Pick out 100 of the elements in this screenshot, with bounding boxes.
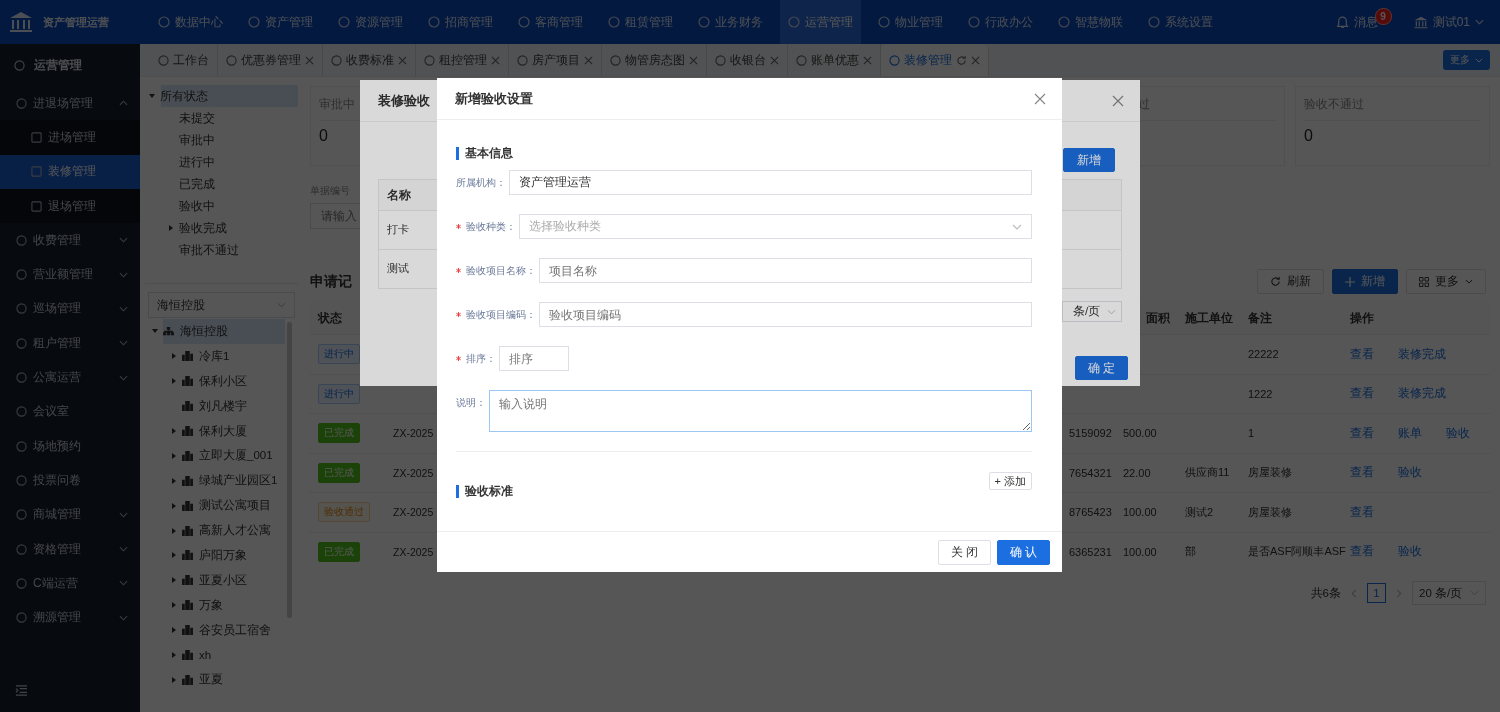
tree-item[interactable]: 刘凡楼宇 [145,393,298,419]
input-field[interactable]: 资产管理运营 [509,170,1032,195]
tree-item[interactable]: 立即大厦_001 [145,443,298,469]
tree-item[interactable]: 保利小区 [145,368,298,394]
action-link[interactable]: 查看 [1350,386,1374,402]
close-icon[interactable] [491,55,500,65]
page-size-select[interactable]: 20 条/页 [1412,581,1486,605]
caret-icon[interactable] [172,676,176,683]
close-icon[interactable] [305,55,314,65]
nav-item[interactable]: 运营管理 [780,0,861,44]
close-icon[interactable] [689,55,698,65]
action-link[interactable]: 查看 [1350,465,1374,481]
caret-icon[interactable] [172,577,176,584]
tree-item[interactable]: 保利大厦 [145,418,298,444]
refresh-icon[interactable] [956,54,967,66]
page-button[interactable]: 1 [1367,583,1386,603]
tree-item[interactable]: 万象 [145,592,298,618]
close-icon[interactable] [971,55,980,65]
caret-icon[interactable] [172,378,176,385]
close-button[interactable]: 关 闭 [937,539,991,565]
total-count: 共6条 [1310,585,1341,601]
input-field[interactable]: 项目名称 [539,258,1032,283]
tree-item[interactable]: 高新人才公寓 [145,518,298,543]
close-icon[interactable] [1112,94,1124,107]
add-button[interactable]: + 添加 [988,472,1032,490]
tree-item[interactable]: 谷安员工宿舍 [145,617,298,643]
nav-item[interactable]: 物业管理 [870,0,951,44]
user-menu[interactable]: 测试01 [1413,13,1484,31]
tree-item[interactable]: 已完成 [145,173,298,195]
nav-item[interactable]: 数据中心 [150,0,231,44]
close-icon[interactable] [584,55,593,65]
action-link[interactable]: 验收 [1398,544,1422,560]
tree-item[interactable]: 冷库1 [145,343,298,369]
tab[interactable]: 收银台 [707,44,788,76]
refresh-button[interactable]: 刷新 [1257,269,1324,294]
caret-icon[interactable] [172,652,176,658]
caret-icon[interactable] [172,452,176,459]
input-field[interactable]: 排序 [499,346,569,371]
nav-item[interactable]: 业务财务 [690,0,771,44]
tree-item[interactable]: 未提交 [145,107,298,129]
confirm-button[interactable]: 确 定 [1074,356,1128,380]
action-link[interactable]: 装修完成 [1398,386,1446,402]
action-link[interactable]: 验收 [1446,425,1470,441]
bank-icon [9,11,33,33]
add-button[interactable]: 新增 [1332,269,1398,294]
tree-item[interactable]: 审批中 [145,129,298,151]
tab[interactable]: 工作台 [150,44,218,76]
caret-icon[interactable] [152,329,158,334]
nav-item[interactable]: 客商管理 [510,0,591,44]
input-field[interactable]: 验收项目编码 [539,302,1032,327]
tree-item[interactable]: 亚夏 [145,667,298,693]
input-field[interactable]: 输入说明 [489,390,1032,432]
tree-item[interactable]: 验收完成 [145,217,298,239]
action-link[interactable]: 查看 [1350,346,1374,362]
more-button[interactable]: 更多 [1406,269,1486,294]
nav-item[interactable]: 智慧物联 [1050,0,1131,44]
tree-item[interactable]: 进行中 [145,151,298,173]
close-icon[interactable] [863,55,872,65]
caret-icon[interactable] [172,527,176,534]
action-link[interactable]: 装修完成 [1398,346,1446,362]
caret-icon[interactable] [172,552,176,559]
add-button[interactable]: 新增 [1063,148,1115,172]
page-size-select[interactable]: 条/页 [1062,301,1122,322]
caret-icon[interactable] [172,602,176,609]
tree-item[interactable]: 绿城产业园区1 [145,468,298,494]
caret-icon[interactable] [172,428,176,434]
tree-item[interactable]: 庐阳万象 [145,543,298,568]
tree-item[interactable]: 亚夏小区 [145,567,298,593]
caret-icon[interactable] [149,94,155,98]
caret-icon[interactable] [172,353,176,360]
tab[interactable]: 收费标准 [323,44,416,76]
close-icon[interactable] [398,55,407,65]
menu-icon[interactable] [15,685,28,696]
action-link[interactable]: 验收 [1398,465,1422,481]
close-icon[interactable] [770,55,779,65]
caret-icon[interactable] [172,627,176,634]
caret-icon[interactable] [172,502,176,509]
caret-icon[interactable] [172,477,176,484]
nav-item[interactable]: 行政办公 [960,0,1041,44]
nav-item[interactable]: 租赁管理 [600,0,681,44]
nav-item[interactable]: 招商管理 [420,0,501,44]
tree-item[interactable]: 验收中 [145,195,298,217]
close-icon[interactable] [1034,92,1046,105]
action-link[interactable]: 账单 [1398,425,1422,441]
more-button[interactable]: 更多 [1443,50,1490,70]
confirm-button[interactable]: 确 认 [996,539,1050,565]
action-link[interactable]: 查看 [1350,425,1374,441]
action-link[interactable]: 查看 [1350,504,1374,520]
sidebar-subitem[interactable]: 装修管理 [0,154,140,189]
caret-icon[interactable] [169,225,173,231]
tree-item[interactable]: xh [145,642,298,668]
action-link[interactable]: 查看 [1350,544,1374,560]
select-field[interactable]: 选择验收种类 [519,214,1032,239]
column-header: 状态 [316,310,343,326]
tree-item[interactable]: 审批不通过 [145,239,298,261]
table-cell-text: 打卡 [386,223,410,237]
nav-item[interactable]: 资产管理 [240,0,321,44]
tree-item[interactable]: 测试公寓项目 [145,493,298,519]
tab[interactable]: 装修管理 [881,44,989,76]
organization-select[interactable]: 海恒控股 [148,292,295,318]
